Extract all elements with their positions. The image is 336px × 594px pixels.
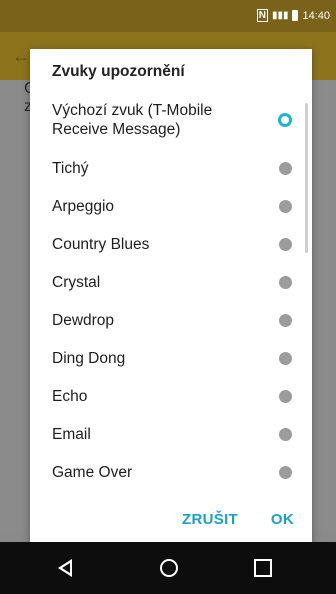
signal-icon: ▮▮▮ — [271, 10, 289, 21]
radio-unselected-icon[interactable] — [279, 161, 292, 175]
radio-unselected-icon[interactable] — [279, 275, 292, 289]
radio-unselected-icon[interactable] — [279, 389, 292, 403]
sound-option[interactable]: Echo — [30, 377, 312, 415]
sound-option[interactable]: Arpeggio — [30, 187, 312, 225]
ok-button[interactable]: OK — [271, 511, 294, 528]
sound-option[interactable]: Dewdrop — [30, 301, 312, 339]
sound-option[interactable]: Game Over — [30, 453, 312, 491]
notification-sound-dialog: Zvuky upozornění Výchozí zvuk (T-Mobile … — [30, 49, 312, 543]
status-icons: N ▮▮▮ 14:40 — [256, 9, 330, 22]
radio-unselected-icon[interactable] — [279, 313, 292, 327]
status-bar: N ▮▮▮ 14:40 — [0, 0, 336, 32]
cancel-button[interactable]: ZRUŠIT — [182, 511, 238, 528]
dialog-actions: ZRUŠIT OK — [30, 499, 312, 543]
radio-unselected-icon[interactable] — [279, 199, 292, 213]
sound-option[interactable]: Ding Dong — [30, 339, 312, 377]
radio-unselected-icon[interactable] — [279, 427, 292, 441]
nav-back-icon-inner — [62, 563, 70, 573]
sound-option-label: Tichý — [52, 159, 89, 177]
sound-option[interactable]: Tichý — [30, 149, 312, 187]
sound-option-label: Game Over — [52, 463, 133, 481]
radio-selected-icon[interactable] — [278, 113, 292, 127]
nav-recents-icon[interactable] — [254, 559, 272, 577]
sound-option-label: Email — [52, 425, 91, 443]
dialog-title: Zvuky upozornění — [52, 63, 185, 80]
sound-options-list[interactable]: Výchozí zvuk (T-Mobile Receive Message) … — [30, 91, 312, 500]
navigation-bar — [0, 542, 336, 594]
sound-option-label: Ding Dong — [52, 349, 126, 367]
battery-icon — [292, 10, 299, 21]
sound-option-label: Country Blues — [52, 235, 150, 253]
status-time: 14:40 — [302, 9, 330, 22]
sound-option[interactable]: Crystal — [30, 263, 312, 301]
sound-option[interactable]: Country Blues — [30, 225, 312, 263]
sound-option-label: Crystal — [52, 273, 101, 291]
radio-unselected-icon[interactable] — [279, 465, 292, 479]
back-arrow-icon[interactable]: ← — [12, 46, 30, 67]
nfc-icon: N — [256, 9, 268, 22]
scrollbar[interactable] — [305, 103, 308, 253]
sound-option[interactable]: Výchozí zvuk (T-Mobile Receive Message) — [30, 91, 312, 149]
nav-home-icon[interactable] — [160, 559, 178, 577]
radio-unselected-icon[interactable] — [279, 237, 292, 251]
radio-unselected-icon[interactable] — [279, 351, 292, 365]
sound-option-label: Výchozí zvuk (T-Mobile Receive Message) — [52, 102, 213, 138]
sound-option-label: Echo — [52, 387, 88, 405]
sound-option-label: Arpeggio — [52, 197, 115, 215]
sound-option[interactable]: Email — [30, 415, 312, 453]
sound-option-label: Dewdrop — [52, 311, 115, 329]
